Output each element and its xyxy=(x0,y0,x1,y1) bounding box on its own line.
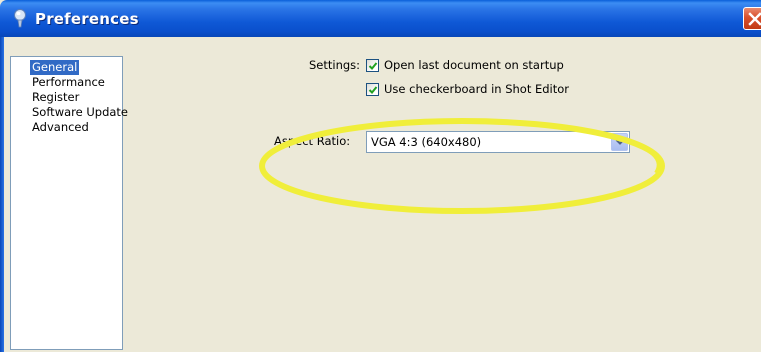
open-last-document-checkbox[interactable] xyxy=(366,59,379,72)
preferences-window: Preferences General Performance Register… xyxy=(0,0,761,352)
aspect-ratio-label: Aspect Ratio: xyxy=(274,134,351,148)
close-button[interactable] xyxy=(743,7,761,30)
dropdown-button[interactable] xyxy=(611,133,628,151)
sidebar-item-register[interactable]: Register xyxy=(30,90,81,105)
sidebar-item-general[interactable]: General xyxy=(30,60,80,75)
preferences-content: General Performance Register Software Up… xyxy=(4,37,761,352)
checkmark-icon xyxy=(368,86,378,94)
aspect-ratio-value: VGA 4:3 (640x480) xyxy=(371,135,482,149)
checkmark-icon xyxy=(368,62,378,70)
chevron-down-icon xyxy=(615,139,625,145)
use-checkerboard-checkbox[interactable] xyxy=(366,83,379,96)
highlight-ellipse xyxy=(259,118,665,214)
close-icon xyxy=(748,12,761,26)
settings-label: Settings: xyxy=(309,58,361,72)
window-title: Preferences xyxy=(35,10,139,28)
open-last-document-label[interactable]: Open last document on startup xyxy=(384,58,564,73)
sidebar-item-advanced[interactable]: Advanced xyxy=(30,120,91,135)
app-icon xyxy=(12,9,28,29)
use-checkerboard-label[interactable]: Use checkerboard in Shot Editor xyxy=(384,82,569,97)
title-bar[interactable]: Preferences xyxy=(0,0,761,37)
sidebar-item-software-update[interactable]: Software Update xyxy=(30,105,130,120)
aspect-ratio-dropdown[interactable]: VGA 4:3 (640x480) xyxy=(366,131,630,153)
sidebar-item-performance[interactable]: Performance xyxy=(30,75,107,90)
